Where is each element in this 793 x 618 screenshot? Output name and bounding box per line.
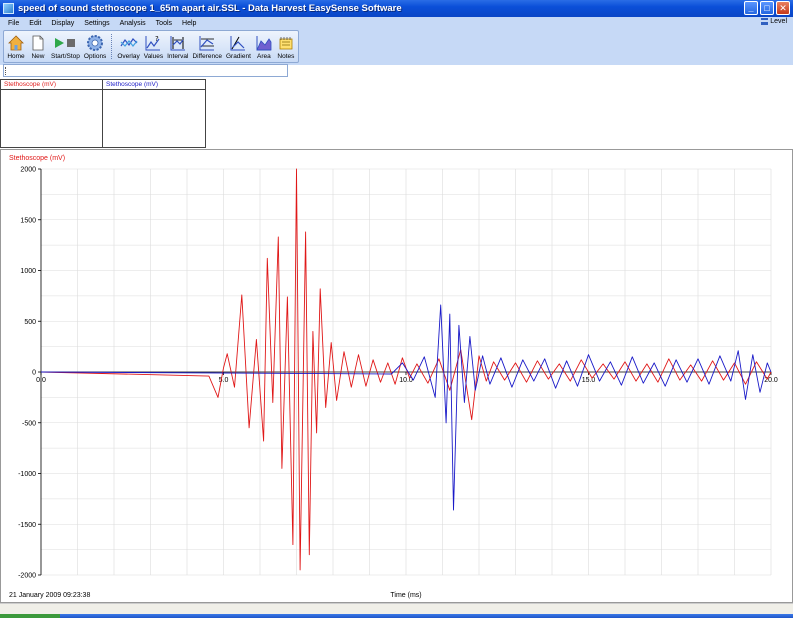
level-label: Level [770,18,787,25]
y-axis-label: Stethoscope (mV) [9,155,65,162]
toolbar-separator [111,34,113,59]
svg-text:?: ? [155,35,159,43]
title-bar: speed of sound stethoscope 1_65m apart a… [0,0,793,17]
gradient-button[interactable]: Gradient [224,31,253,62]
x-tick-label: 10.0 [399,377,413,384]
y-tick-label: -1000 [18,471,36,478]
x-tick-label: 15.0 [582,377,596,384]
area-button[interactable]: Area [253,31,275,62]
notes-icon [279,37,293,50]
app-icon [3,3,14,14]
x-tick-label: 5.0 [219,377,229,384]
gradient-icon [230,36,246,51]
meter-panel-1[interactable]: Stethoscope (mV) [0,79,103,148]
graph-panel[interactable]: 2000 1500 1000 500 0 -500 -1000 -1500 -2000 0.0 5.… [0,149,793,603]
y-tick-label: -2000 [18,573,36,580]
level-icon [761,18,769,25]
start-button[interactable] [0,614,60,618]
start-stop-icon [55,38,76,48]
y-tick-label: -1500 [18,522,36,529]
menu-tools[interactable]: Tools [151,20,177,27]
window-title: speed of sound stethoscope 1_65m apart a… [18,3,402,14]
toolbar-grip[interactable] [5,67,7,75]
window-controls: _ □ ✕ [744,1,790,15]
toolbar-group-main: Home New Start/Stop Options [4,31,109,62]
menu-analysis[interactable]: Analysis [115,20,151,27]
meter-panel-2[interactable]: Stethoscope (mV) [102,79,206,148]
minimize-button[interactable]: _ [744,1,758,15]
options-button[interactable]: Options [82,31,108,62]
status-bar [0,603,793,614]
secondary-toolbar [3,64,288,77]
chart-svg[interactable]: 2000 1500 1000 500 0 -500 -1000 -1500 -2000 0.0 5.… [1,150,792,602]
interval-button[interactable]: Interval [165,31,190,62]
y-tick-label: 1500 [20,217,36,224]
overlay-button[interactable]: Overlay [115,31,141,62]
new-button[interactable]: New [27,31,49,62]
recording-timestamp: 21 January 2009 09:23:38 [9,592,90,599]
toolbar: Home New Start/Stop Options Overlay ? Va… [3,30,299,63]
y-tick-label: -500 [22,420,36,427]
x-tick-label: 0.0 [36,377,46,384]
meter-1-label: Stethoscope (mV) [1,80,102,90]
overlay-icon [120,38,137,47]
values-icon: ? [145,35,161,51]
menu-edit[interactable]: Edit [24,20,46,27]
menu-settings[interactable]: Settings [79,20,114,27]
difference-icon [199,36,215,51]
level-button[interactable]: Level [761,18,787,25]
y-tick-label: 1000 [20,268,36,275]
new-document-icon [32,35,44,51]
close-button[interactable]: ✕ [776,1,790,15]
toolbar-group-analysis: Overlay ? Values Interval Difference Gra… [114,31,298,62]
y-tick-label: 2000 [20,167,36,174]
home-button[interactable]: Home [5,31,27,62]
menu-bar: File Edit Display Settings Analysis Tool… [0,17,793,29]
meter-2-label: Stethoscope (mV) [103,80,205,90]
y-tick-label: 500 [24,319,36,326]
menu-help[interactable]: Help [177,20,201,27]
interval-icon [170,36,185,51]
home-icon [8,35,24,51]
menu-file[interactable]: File [3,20,24,27]
difference-button[interactable]: Difference [190,31,224,62]
menu-display[interactable]: Display [46,20,79,27]
notes-button[interactable]: Notes [275,31,297,62]
values-button[interactable]: ? Values [142,31,165,62]
taskbar [0,614,793,618]
options-gear-icon [87,35,104,51]
area-icon [256,36,272,51]
x-axis-label: Time (ms) [390,592,421,599]
start-stop-button[interactable]: Start/Stop [49,31,82,62]
y-tick-label: 0 [32,370,36,377]
maximize-button[interactable]: □ [760,1,774,15]
